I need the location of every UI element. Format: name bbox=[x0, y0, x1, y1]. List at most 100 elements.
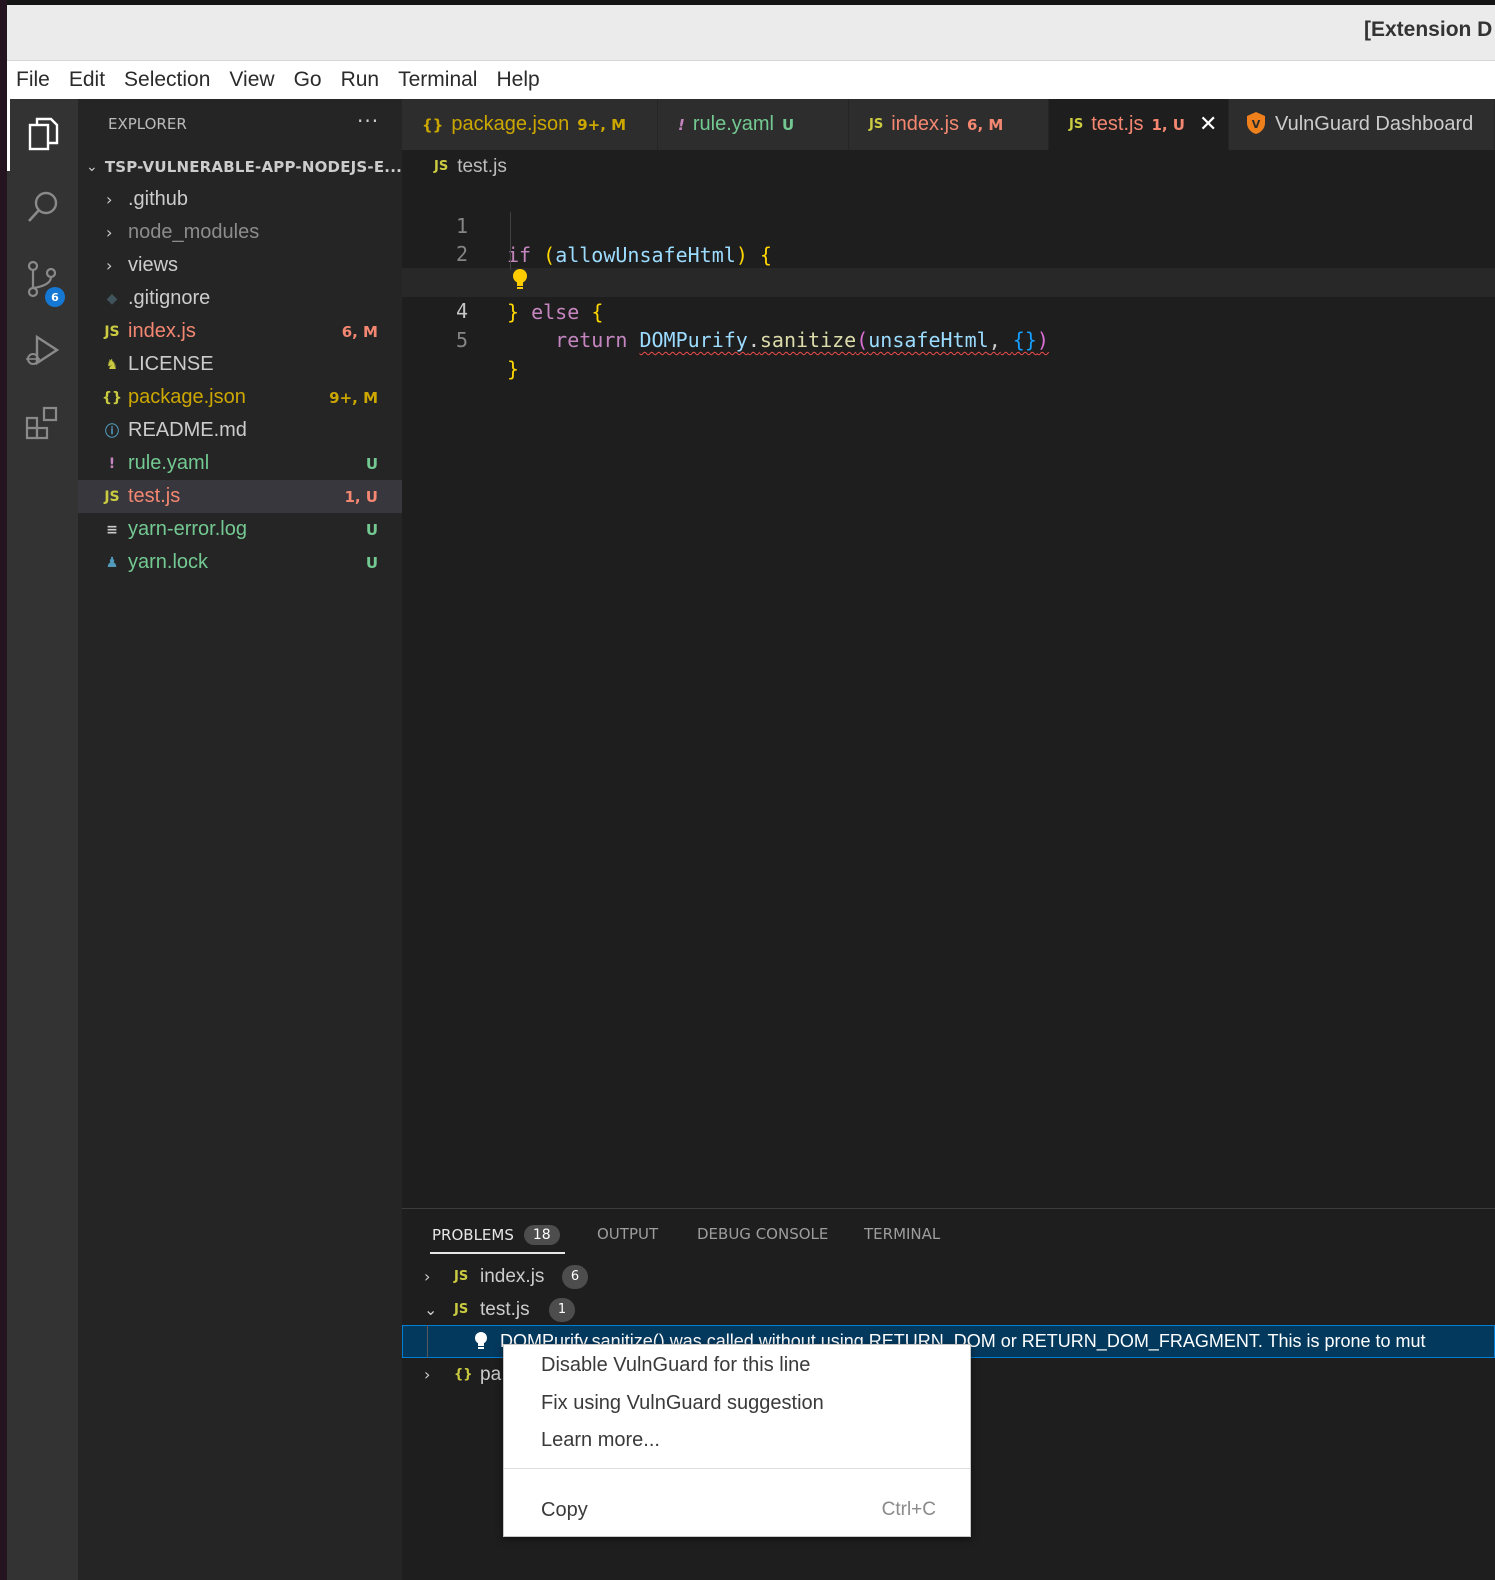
explorer-item[interactable]: ⓘ README.md bbox=[78, 414, 402, 447]
explorer-item-label: .gitignore bbox=[128, 287, 211, 309]
menu-item-disable-vulnguard[interactable]: Disable VulnGuard for this line bbox=[504, 1347, 970, 1383]
close-icon[interactable]: ✕ bbox=[1199, 112, 1217, 137]
js-file-icon: JS bbox=[104, 323, 120, 340]
explorer-item[interactable]: › .github bbox=[78, 183, 402, 216]
explorer-item[interactable]: ♞ LICENSE bbox=[78, 348, 402, 381]
tab-debug-console[interactable]: DEBUG CONSOLE bbox=[697, 1225, 828, 1243]
extensions-icon[interactable] bbox=[7, 387, 78, 459]
explorer-item[interactable]: JS index.js 6, M bbox=[78, 315, 402, 348]
explorer-item[interactable]: JS test.js 1, U bbox=[78, 480, 402, 513]
explorer-item-label: index.js bbox=[128, 320, 196, 342]
tab-output[interactable]: OUTPUT bbox=[597, 1225, 658, 1243]
menu-go[interactable]: Go bbox=[294, 68, 322, 92]
problem-file-row[interactable]: › JS index.js 6 bbox=[402, 1260, 1495, 1293]
chevron-right-icon: › bbox=[106, 256, 113, 275]
chevron-right-icon: › bbox=[424, 1365, 431, 1384]
menu-item-copy[interactable]: Copy Ctrl+C bbox=[504, 1492, 970, 1528]
tab-decoration: 9+, M bbox=[577, 115, 627, 134]
tab-vulnguard-dashboard[interactable]: V VulnGuard Dashboard bbox=[1229, 99, 1495, 150]
problem-file-name: pa bbox=[480, 1363, 502, 1385]
tab-label: index.js bbox=[891, 113, 960, 135]
tab-decoration: U bbox=[781, 115, 795, 134]
window-title: [Extension D bbox=[1364, 18, 1493, 41]
info-icon: ⓘ bbox=[105, 423, 119, 440]
explorer-item-label: node_modules bbox=[128, 221, 260, 243]
menu-item-fix-vulnguard[interactable]: Fix using VulnGuard suggestion bbox=[504, 1385, 970, 1421]
code-line[interactable]: 2 return unsafeHtml; bbox=[402, 211, 1495, 295]
menu-run[interactable]: Run bbox=[341, 68, 380, 92]
js-file-icon: JS bbox=[434, 159, 449, 174]
code-line[interactable]: 1 if (allowUnsafeHtml) { bbox=[402, 183, 1495, 267]
indent-guide bbox=[510, 212, 511, 270]
workspace-folder-row[interactable]: ⌄ TSP-VULNERABLE-APP-NODEJS-E... bbox=[78, 154, 402, 180]
code-token: return bbox=[555, 328, 628, 352]
tab-index-js[interactable]: JS index.js 6, M bbox=[849, 99, 1049, 150]
explorer-item-label: yarn-error.log bbox=[128, 518, 247, 540]
code-token: sanitize bbox=[759, 328, 857, 352]
workspace-folder-name: TSP-VULNERABLE-APP-NODEJS-E... bbox=[104, 158, 402, 176]
code-token: . bbox=[747, 328, 760, 352]
tab-label: package.json bbox=[451, 113, 570, 135]
git-status-decoration: U bbox=[365, 553, 378, 572]
code-line[interactable]: 3 } else { bbox=[402, 240, 1495, 324]
explorer-item[interactable]: ≡ yarn-error.log U bbox=[78, 513, 402, 546]
source-control-icon[interactable]: 6 bbox=[7, 243, 78, 315]
code-token: DOMPurify bbox=[639, 328, 748, 352]
code-editor[interactable]: 1 if (allowUnsafeHtml) { 2 return unsafe… bbox=[402, 183, 1495, 1208]
tab-terminal-label: TERMINAL bbox=[864, 1225, 941, 1243]
menu-file[interactable]: File bbox=[16, 68, 50, 92]
yaml-file-icon: ! bbox=[678, 115, 685, 134]
tab-terminal[interactable]: TERMINAL bbox=[864, 1225, 940, 1243]
run-debug-icon[interactable] bbox=[7, 315, 78, 387]
explorer-item-label: test.js bbox=[128, 485, 181, 507]
code-line-current[interactable]: 4 return DOMPurify.sanitize(unsafeHtml, … bbox=[402, 268, 1495, 352]
tab-test-js[interactable]: JS test.js 1, U ✕ bbox=[1049, 99, 1229, 150]
git-status-decoration: U bbox=[365, 520, 378, 539]
menu-edit[interactable]: Edit bbox=[69, 68, 105, 92]
chevron-down-icon: ⌄ bbox=[424, 1300, 438, 1319]
problem-file-name: index.js bbox=[480, 1265, 545, 1287]
window-frame-left bbox=[0, 0, 7, 1580]
tab-problems[interactable]: PROBLEMS 18 bbox=[432, 1225, 560, 1245]
tab-problems-label: PROBLEMS bbox=[432, 1226, 514, 1244]
explorer-more-button[interactable]: ··· bbox=[357, 109, 379, 133]
tab-package-json[interactable]: {} package.json 9+, M bbox=[402, 99, 658, 150]
git-status-decoration: 6, M bbox=[341, 322, 378, 341]
breadcrumb[interactable]: JS test.js bbox=[402, 150, 1495, 183]
shield-icon: V bbox=[1245, 111, 1267, 139]
menu-item-learn-more[interactable]: Learn more... bbox=[504, 1422, 970, 1458]
active-tab-indicator bbox=[430, 1252, 565, 1254]
code-token: ( bbox=[856, 328, 869, 352]
explorer-item[interactable]: {} package.json 9+, M bbox=[78, 381, 402, 414]
menu-view[interactable]: View bbox=[229, 68, 274, 92]
menu-selection[interactable]: Selection bbox=[124, 68, 210, 92]
js-file-icon: JS bbox=[104, 488, 120, 505]
menu-item-label: Fix using VulnGuard suggestion bbox=[541, 1391, 824, 1414]
tab-output-label: OUTPUT bbox=[597, 1225, 659, 1243]
tab-decoration: 6, M bbox=[967, 115, 1004, 134]
explorer-item[interactable]: ♟ yarn.lock U bbox=[78, 546, 402, 579]
explorer-item[interactable]: ! rule.yaml U bbox=[78, 447, 402, 480]
problem-file-row[interactable]: ⌄ JS test.js 1 bbox=[402, 1293, 1495, 1326]
explorer-item[interactable]: ◆ .gitignore bbox=[78, 282, 402, 315]
yaml-file-icon: ! bbox=[108, 455, 116, 472]
lightbulb-icon[interactable] bbox=[510, 268, 530, 292]
explorer-sidebar: EXPLORER ··· ⌄ TSP-VULNERABLE-APP-NODEJS… bbox=[78, 99, 402, 1580]
json-file-icon: {} bbox=[454, 1367, 473, 1382]
breadcrumb-file[interactable]: test.js bbox=[457, 156, 507, 178]
menu-help[interactable]: Help bbox=[496, 68, 539, 92]
code-line[interactable]: 5 } bbox=[402, 297, 1495, 381]
menu-separator bbox=[504, 1468, 970, 1469]
js-file-icon: JS bbox=[454, 1269, 469, 1284]
explorer-item-label: views bbox=[128, 254, 179, 276]
git-icon: ◆ bbox=[106, 290, 118, 307]
tab-rule-yaml[interactable]: ! rule.yaml U bbox=[658, 99, 849, 150]
json-file-icon: {} bbox=[102, 389, 122, 406]
source-control-badge: 6 bbox=[45, 287, 65, 307]
diagnostic-underline[interactable]: DOMPurify.sanitize(unsafeHtml, {}) bbox=[639, 328, 1048, 352]
menu-terminal[interactable]: Terminal bbox=[398, 68, 477, 92]
explorer-item[interactable]: › node_modules bbox=[78, 216, 402, 249]
explorer-item[interactable]: › views bbox=[78, 249, 402, 282]
explorer-icon[interactable] bbox=[7, 99, 78, 171]
search-icon[interactable] bbox=[7, 171, 78, 243]
